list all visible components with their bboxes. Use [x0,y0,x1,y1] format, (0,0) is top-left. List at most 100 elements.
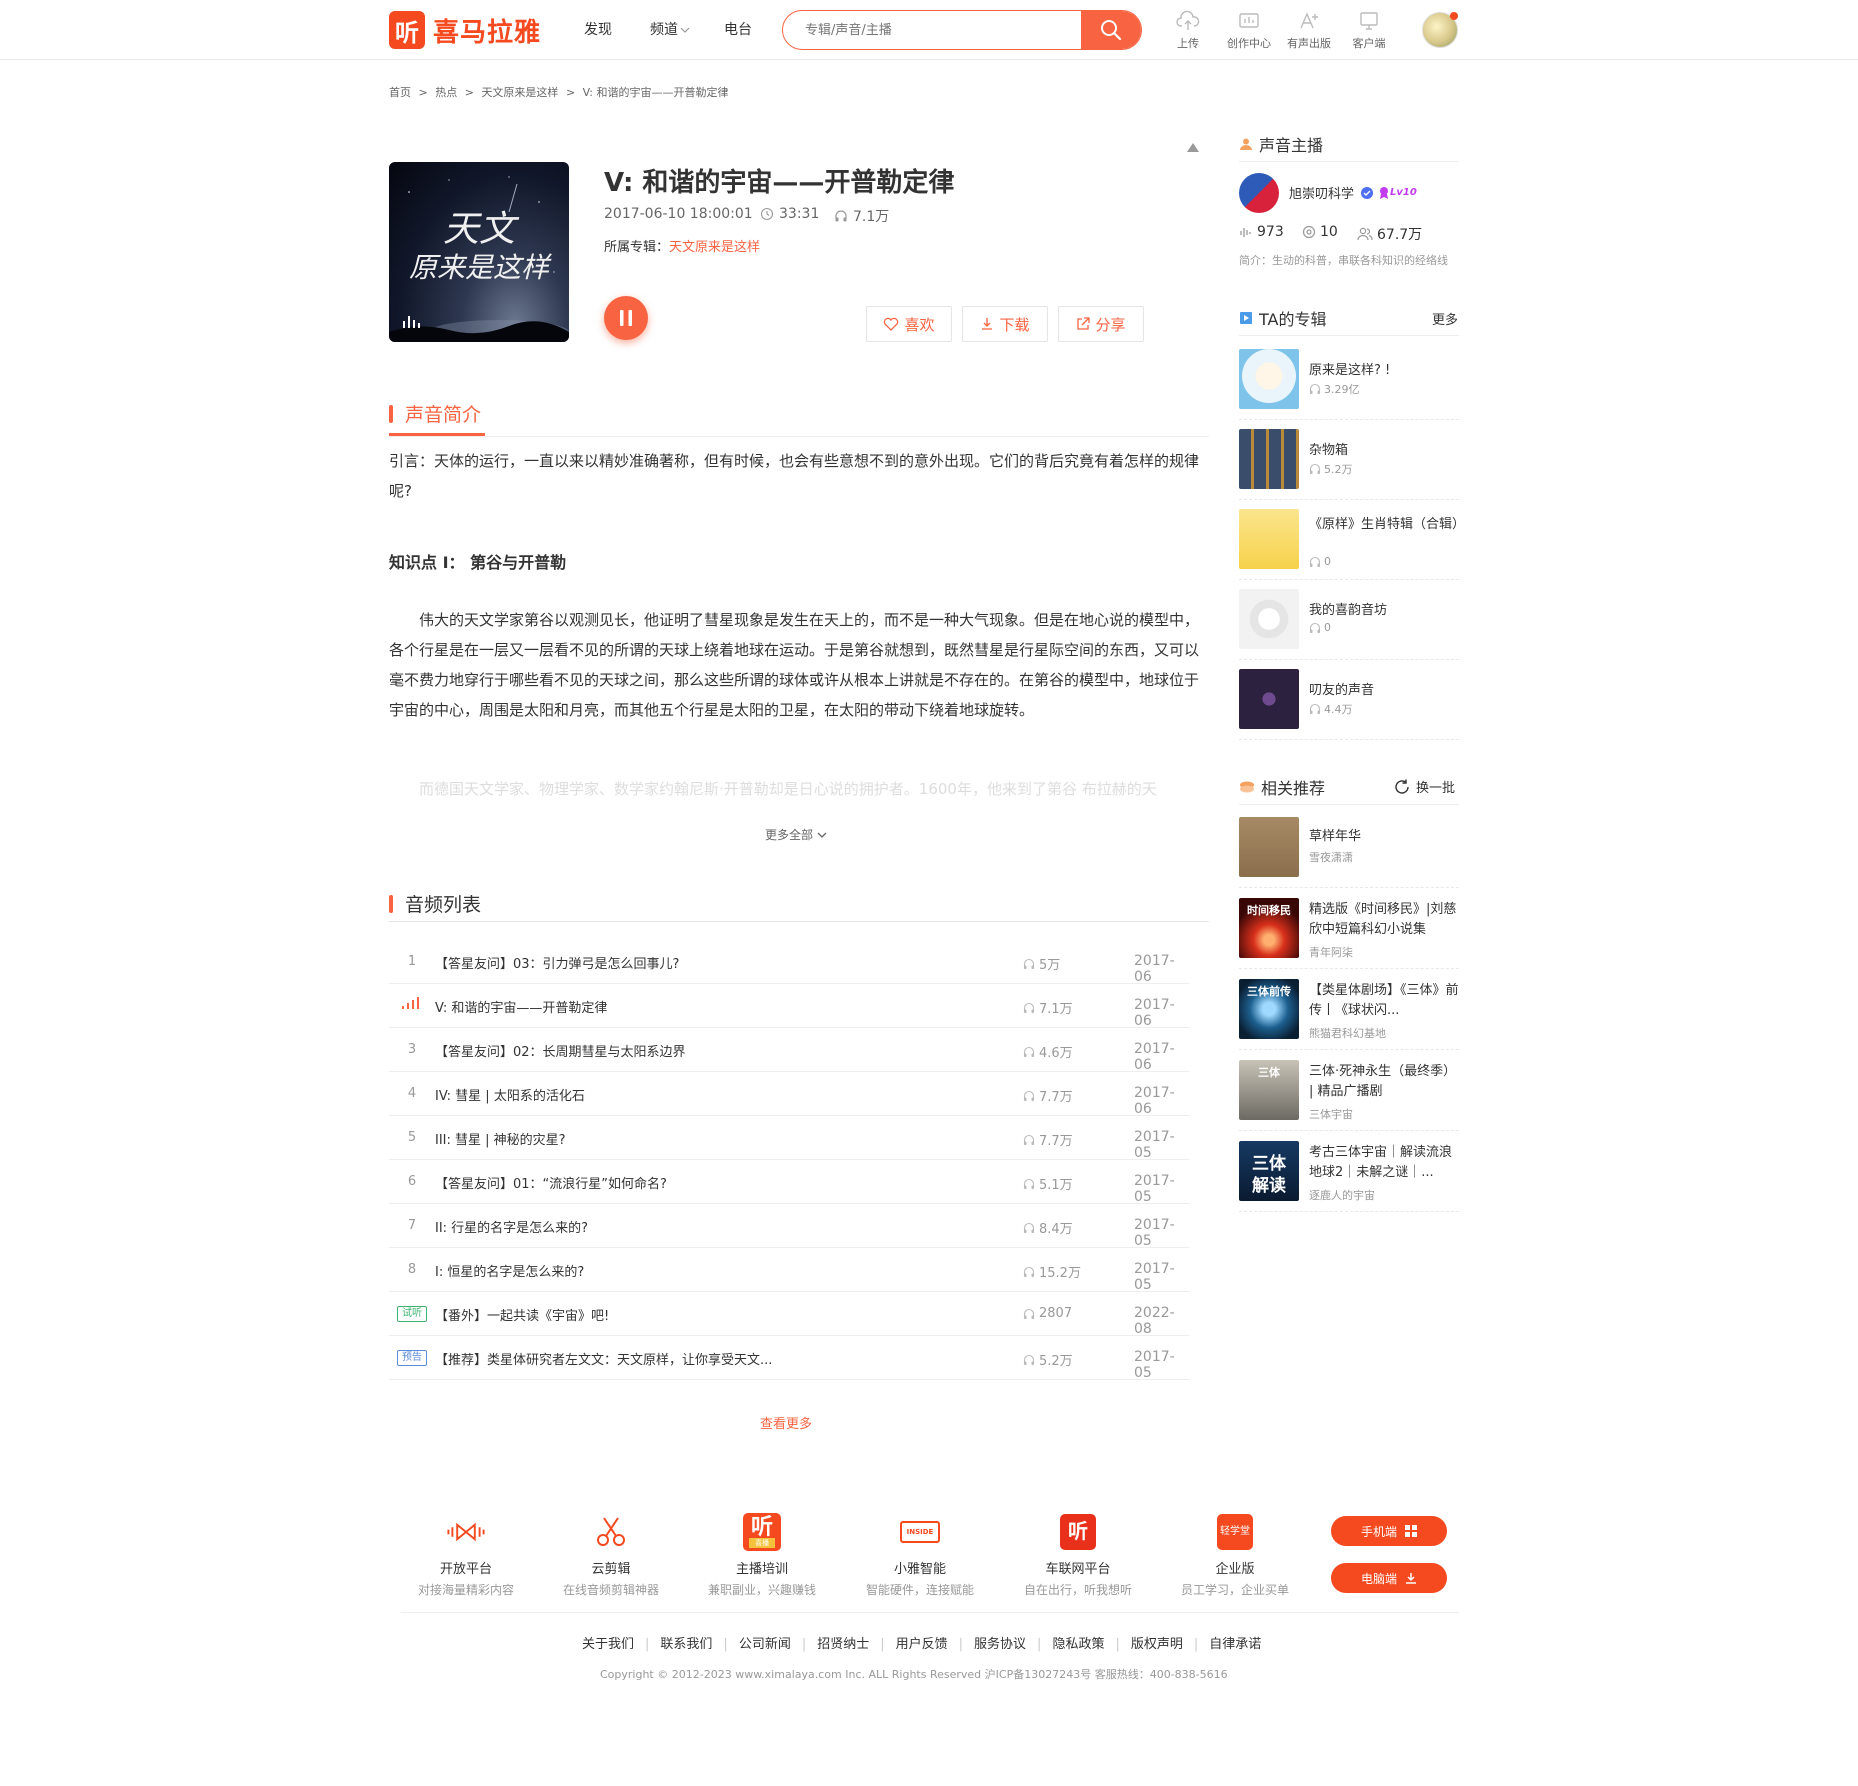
related-thumbnail[interactable]: 三体前传 [1239,979,1299,1039]
knowledge-point-title: 知识点 I： 第谷与开普勒 [389,553,567,572]
audio-publish-icon [1300,12,1318,29]
footer-car-platform[interactable]: 听 车联网平台 自在出行，听我想听 [1013,1512,1143,1598]
row-title[interactable]: 【推荐】类星体研究者左文文：天文原样，让你享受天文... [435,1349,772,1368]
related-thumbnail[interactable]: 时间移民 [1239,898,1299,958]
divider [1239,659,1459,660]
footer-enterprise[interactable]: 轻学堂 企业版 员工学习，企业买单 [1170,1512,1300,1598]
row-title[interactable]: 【答星友问】03：引力弹弓是怎么回事儿? [435,953,679,972]
related-title[interactable]: 草样年华 [1309,827,1459,847]
album-title[interactable]: 原来是这样? ! [1309,361,1459,381]
audio-row[interactable]: 1 【答星友问】03：引力弹弓是怎么回事儿? 5万 2017-06 [389,940,1189,985]
related-title[interactable]: 三体·死神永生（最终季） | 精品广播剧 [1309,1062,1459,1102]
audio-row[interactable]: V: 和谐的宇宙——开普勒定律 7.1万 2017-06 [389,984,1189,1029]
pause-button[interactable] [604,296,648,340]
footer-cloud-edit[interactable]: 云剪辑 在线音频剪辑神器 [546,1512,676,1598]
related-author[interactable]: 逐鹿人的宇宙 [1309,1187,1375,1203]
row-title[interactable]: IV: 彗星 | 太阳系的活化石 [435,1085,585,1104]
audio-row[interactable]: 8 I: 恒星的名字是怎么来的? 15.2万 2017-05 [389,1248,1189,1293]
upload-button[interactable]: 上传 [1160,10,1216,51]
album-thumbnail[interactable] [1239,589,1299,649]
footer-link[interactable]: 服务协议 [974,1637,1026,1652]
creator-center-button[interactable]: 创作中心 [1221,10,1277,51]
anchor-avatar[interactable] [1239,173,1279,213]
related-author[interactable]: 三体宇宙 [1309,1106,1353,1122]
anchor-name[interactable]: 旭崇叨科学 [1289,183,1354,202]
audio-publish-button[interactable]: 有声出版 [1281,10,1337,51]
row-title[interactable]: 【答星友问】02：长周期彗星与太阳系边界 [435,1041,686,1060]
nav-discover[interactable]: 发现 [584,19,612,39]
row-date: 2017-06 [1134,997,1175,1029]
crumb-hot[interactable]: 热点 [435,86,457,99]
share-button[interactable]: 分享 [1058,306,1144,342]
footer-open-platform[interactable]: 开放平台 对接海量精彩内容 [401,1512,531,1598]
row-title[interactable]: 【答星友问】01：“流浪行星”如何命名? [435,1173,667,1192]
album-thumbnail[interactable] [1239,429,1299,489]
row-title[interactable]: III: 彗星 | 神秘的灾星? [435,1129,566,1148]
album-thumbnail[interactable] [1239,349,1299,409]
fans-icon [1357,227,1373,241]
related-author[interactable]: 青年阿柒 [1309,944,1353,960]
crumb-home[interactable]: 首页 [389,86,411,99]
audio-row[interactable]: 3 【答星友问】02：长周期彗星与太阳系边界 4.6万 2017-06 [389,1028,1189,1073]
nav-radio[interactable]: 电台 [724,19,752,39]
related-thumbnail[interactable] [1239,817,1299,877]
related-author[interactable]: 熊猫君科幻基地 [1309,1025,1386,1041]
intro-heading-text: 声音简介 [405,404,482,426]
row-title[interactable]: I: 恒星的名字是怎么来的? [435,1261,584,1280]
row-title[interactable]: 【番外】一起共读《宇宙》吧! [435,1305,609,1324]
nav-channel[interactable]: 频道 [650,19,690,39]
album-link[interactable]: 天文原来是这样 [669,240,760,255]
footer-link[interactable]: 联系我们 [660,1637,712,1652]
breadcrumb: 首页 > 热点 > 天文原来是这样 > V: 和谐的宇宙——开普勒定律 [389,84,733,100]
albums-more-link[interactable]: 更多 [1432,309,1458,328]
related-author[interactable]: 雪夜潇潇 [1309,849,1353,865]
see-more-link[interactable]: 查看更多 [760,1413,812,1432]
download-button[interactable]: 下载 [962,306,1048,342]
pc-client-button[interactable]: 电脑端 [1331,1563,1447,1593]
row-title[interactable]: V: 和谐的宇宙——开普勒定律 [435,997,607,1016]
album-title[interactable]: 叨友的声音 [1309,681,1459,701]
footer-xiaoya[interactable]: INSIDE 小雅智能 智能硬件，连接赋能 [855,1512,985,1598]
related-title[interactable]: 考古三体宇宙｜解读流浪地球2｜未解之谜｜... [1309,1143,1459,1183]
audio-row[interactable]: 6 【答星友问】01：“流浪行星”如何命名? 5.1万 2017-05 [389,1160,1189,1205]
related-thumbnail[interactable]: 三体 解读 [1239,1141,1299,1201]
track-plays: 7.1万 [834,206,889,226]
mobile-app-button[interactable]: 手机端 [1331,1516,1447,1546]
footer-link[interactable]: 隐私政策 [1052,1637,1104,1652]
footer-link[interactable]: 关于我们 [582,1637,634,1652]
related-title[interactable]: 精选版《时间移民》|刘慈欣中短篇科幻小说集 [1309,900,1459,940]
refresh-button[interactable]: 换一批 [1393,777,1455,796]
crumb-album[interactable]: 天文原来是这样 [481,86,558,99]
search-button[interactable] [1081,11,1141,49]
row-title[interactable]: II: 行星的名字是怎么来的? [435,1217,588,1236]
search-input[interactable] [783,11,1083,49]
link-separator: | [723,1637,728,1652]
audio-row[interactable]: 7 II: 行星的名字是怎么来的? 8.4万 2017-05 [389,1204,1189,1249]
footer-link[interactable]: 版权声明 [1131,1637,1183,1652]
footer-link[interactable]: 自律承诺 [1209,1637,1261,1652]
client-download-button[interactable]: 客户端 [1341,10,1397,51]
track-cover[interactable]: 天文 原来是这样 [389,162,569,342]
album-thumbnail[interactable] [1239,669,1299,729]
album-title[interactable]: 《原样》生肖特辑（合辑） [1309,515,1465,535]
like-button[interactable]: 喜欢 [866,306,952,342]
album-title[interactable]: 我的喜韵音坊 [1309,601,1459,621]
related-thumbnail[interactable]: 三体 [1239,1060,1299,1120]
footer-anchor-training[interactable]: 听 喜播 主播培训 兼职副业，兴趣赚钱 [697,1512,827,1598]
audio-row[interactable]: 5 III: 彗星 | 神秘的灾星? 7.7万 2017-05 [389,1116,1189,1161]
share-label: 分享 [1095,315,1126,334]
audio-row[interactable]: 预告 【推荐】类星体研究者左文文：天文原样，让你享受天文... 5.2万 2017-0… [389,1336,1189,1381]
related-title[interactable]: 【类星体剧场】《三体》前传丨《球状闪... [1309,981,1459,1021]
footer-link[interactable]: 招贤纳士 [817,1637,869,1652]
audio-row[interactable]: 试听 【番外】一起共读《宇宙》吧! 2807 2022-08 [389,1292,1189,1337]
album-title[interactable]: 杂物箱 [1309,441,1459,461]
audio-row[interactable]: 4 IV: 彗星 | 太阳系的活化石 7.7万 2017-06 [389,1072,1189,1117]
album-label: 所属专辑： [604,240,670,255]
collapse-arrow-icon[interactable] [1186,141,1200,153]
footer-link[interactable]: 用户反馈 [896,1637,948,1652]
album-thumbnail[interactable] [1239,509,1299,569]
expand-all-button[interactable]: 更多全部 [765,826,827,843]
footer-item-name: 云剪辑 [591,1562,631,1577]
footer-link[interactable]: 公司新闻 [739,1637,791,1652]
logo[interactable]: 听 喜马拉雅 [389,11,541,49]
